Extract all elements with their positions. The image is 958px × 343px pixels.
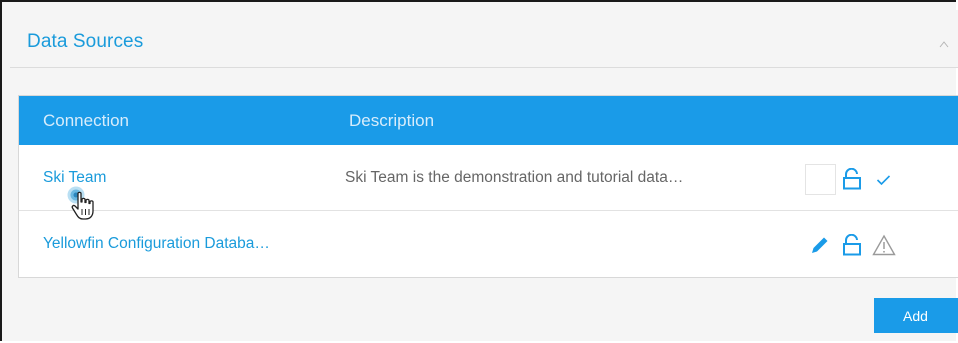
connections-table: Connection Description Ski Team Ski Team… bbox=[18, 95, 958, 278]
warning-icon bbox=[872, 234, 896, 256]
add-button[interactable]: Add bbox=[874, 298, 958, 333]
unlock-icon[interactable] bbox=[842, 168, 862, 190]
data-sources-panel: Data Sources Connection Description Ski … bbox=[0, 0, 958, 341]
connection-link[interactable]: Yellowfin Configuration Databa… bbox=[43, 235, 270, 253]
panel-header[interactable]: Data Sources bbox=[10, 10, 958, 68]
panel-title: Data Sources bbox=[27, 31, 144, 52]
connection-link[interactable]: Ski Team bbox=[43, 169, 106, 187]
column-header-description: Description bbox=[349, 111, 435, 130]
table-header: Connection Description bbox=[19, 96, 958, 145]
connection-description: Ski Team is the demonstration and tutori… bbox=[345, 169, 684, 186]
select-checkbox[interactable] bbox=[805, 164, 836, 195]
table-row: Ski Team Ski Team is the demonstration a… bbox=[19, 145, 958, 211]
table-row: Yellowfin Configuration Databa… bbox=[19, 211, 958, 277]
chevron-up-icon[interactable] bbox=[939, 40, 949, 48]
pencil-icon[interactable] bbox=[809, 234, 831, 256]
unlock-icon[interactable] bbox=[842, 234, 862, 256]
column-header-connection: Connection bbox=[43, 111, 130, 130]
check-icon bbox=[876, 175, 891, 186]
